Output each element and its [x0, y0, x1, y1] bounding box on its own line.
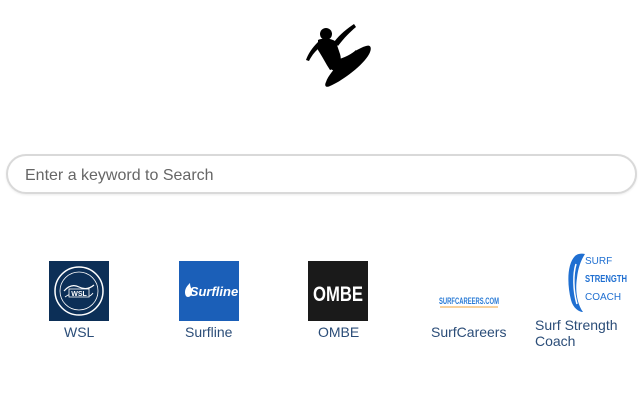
shortcut-surfcareers[interactable]: SURFCAREERS.COM SurfCareers [429, 260, 519, 345]
svg-text:SURF: SURF [585, 256, 612, 267]
surfcareers-logo-icon: SURFCAREERS.COM [438, 261, 500, 321]
svg-text:SURFCAREERS.COM: SURFCAREERS.COM [439, 296, 499, 306]
svg-text:COACH: COACH [585, 292, 621, 303]
search-input[interactable] [23, 162, 622, 190]
shortcut-wsl[interactable]: WSL WSL [40, 260, 120, 345]
shortcut-surfline[interactable]: Surfline Surfline [170, 260, 250, 345]
surf-strength-coach-logo-icon: SURF STRENGTH COACH [565, 250, 629, 314]
wsl-logo-icon: WSL [49, 261, 109, 321]
search-box[interactable] [6, 154, 637, 194]
svg-text:STRENGTH: STRENGTH [585, 274, 627, 285]
surfline-logo-icon: Surfline [179, 261, 239, 321]
ombe-logo-icon: OMBE [308, 261, 368, 321]
new-tab-page: WSL WSL Surfline Surfline OMBE OMBE [0, 0, 640, 400]
shortcut-label: SurfCareers [431, 324, 507, 340]
shortcut-surf-strength-coach[interactable]: SURF STRENGTH COACH Surf Strength Coach [535, 250, 635, 350]
svg-text:OMBE: OMBE [313, 283, 363, 306]
shortcut-label: Surfline [185, 324, 233, 340]
svg-text:WSL: WSL [71, 291, 87, 298]
surfer-logo-icon [300, 20, 376, 92]
shortcut-label: OMBE [318, 324, 360, 340]
svg-text:Surfline: Surfline [190, 284, 238, 299]
shortcut-label: WSL [64, 324, 95, 340]
shortcut-label: Surf Strength Coach [535, 317, 618, 349]
shortcut-ombe[interactable]: OMBE OMBE [299, 260, 379, 345]
